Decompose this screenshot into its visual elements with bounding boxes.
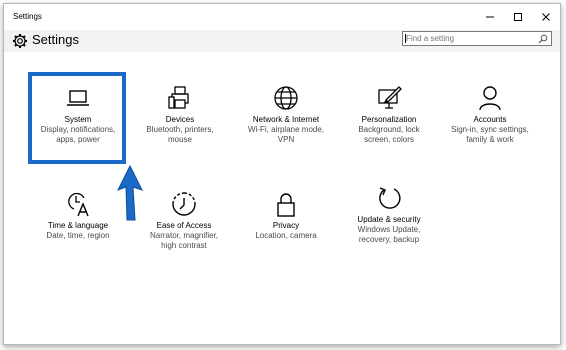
tile-update-security-desc1: Windows Update, xyxy=(357,225,421,234)
maximize-icon xyxy=(514,13,522,21)
time-language-icon xyxy=(68,192,89,217)
page-title: Settings xyxy=(32,32,79,47)
tile-personalization-label: Personalization xyxy=(361,115,417,124)
tile-ease-of-access-label: Ease of Access xyxy=(156,221,212,230)
tile-privacy-label: Privacy xyxy=(272,221,300,230)
title-bar: Settings xyxy=(4,4,560,30)
tile-time-language-label: Time & language xyxy=(47,221,109,230)
window-title: Settings xyxy=(13,12,42,21)
devices-icon xyxy=(168,86,189,109)
tile-network[interactable]: Network & Internet Wi-Fi, airplane mode,… xyxy=(236,84,336,145)
tile-devices-desc1: Bluetooth, printers, xyxy=(146,125,214,134)
pointer-arrow-icon xyxy=(116,164,143,221)
tile-personalization-desc1: Background, lock xyxy=(358,125,420,134)
search-box[interactable] xyxy=(402,31,552,46)
minimize-button[interactable] xyxy=(476,4,504,30)
update-icon xyxy=(379,187,401,209)
ease-of-access-icon xyxy=(172,192,196,216)
tile-privacy-desc1: Location, camera xyxy=(255,231,317,240)
tile-update-security-label: Update & security xyxy=(357,215,421,224)
gear-icon xyxy=(13,34,27,48)
tile-time-language-desc1: Date, time, region xyxy=(46,231,110,240)
tile-personalization[interactable]: Personalization Background, lock screen,… xyxy=(339,84,439,145)
tile-accounts-desc2: family & work xyxy=(466,135,514,144)
close-button[interactable] xyxy=(532,4,560,30)
search-input[interactable] xyxy=(404,32,538,45)
tile-privacy[interactable]: Privacy Location, camera xyxy=(236,190,336,241)
tile-accounts-label: Accounts xyxy=(473,115,507,124)
settings-window: Settings Settings Find a setting System … xyxy=(3,3,561,345)
system-highlight-box xyxy=(28,72,126,164)
lock-icon xyxy=(277,193,295,217)
tile-personalization-desc2: screen, colors xyxy=(364,135,414,144)
tile-ease-of-access[interactable]: Ease of Access Narrator, magnifier, high… xyxy=(134,190,234,251)
tile-network-desc2: VPN xyxy=(277,135,295,144)
maximize-button[interactable] xyxy=(504,4,532,30)
tile-ease-of-access-desc1: Narrator, magnifier, xyxy=(149,231,219,240)
tile-time-language[interactable]: Time & language Date, time, region xyxy=(28,190,128,241)
tile-devices[interactable]: Devices Bluetooth, printers, mouse xyxy=(130,84,230,145)
tile-ease-of-access-desc2: high contrast xyxy=(161,241,207,250)
tile-network-label: Network & Internet xyxy=(252,115,320,124)
paint-icon xyxy=(378,86,402,109)
tile-accounts[interactable]: Accounts Sign-in, sync settings, family … xyxy=(440,84,540,145)
search-icon[interactable] xyxy=(538,34,548,44)
close-icon xyxy=(542,13,550,21)
tile-update-security-desc2: recovery, backup xyxy=(358,235,420,244)
tile-accounts-desc1: Sign-in, sync settings, xyxy=(451,125,529,134)
person-icon xyxy=(479,86,501,111)
minimize-icon xyxy=(486,16,494,18)
tile-update-security[interactable]: Update & security Windows Update, recove… xyxy=(339,184,439,245)
tile-network-desc1: Wi-Fi, airplane mode, xyxy=(247,125,325,134)
globe-icon xyxy=(274,86,298,110)
tile-devices-label: Devices xyxy=(165,115,195,124)
settings-header: Settings xyxy=(4,30,560,52)
tile-devices-desc2: mouse xyxy=(167,135,192,144)
